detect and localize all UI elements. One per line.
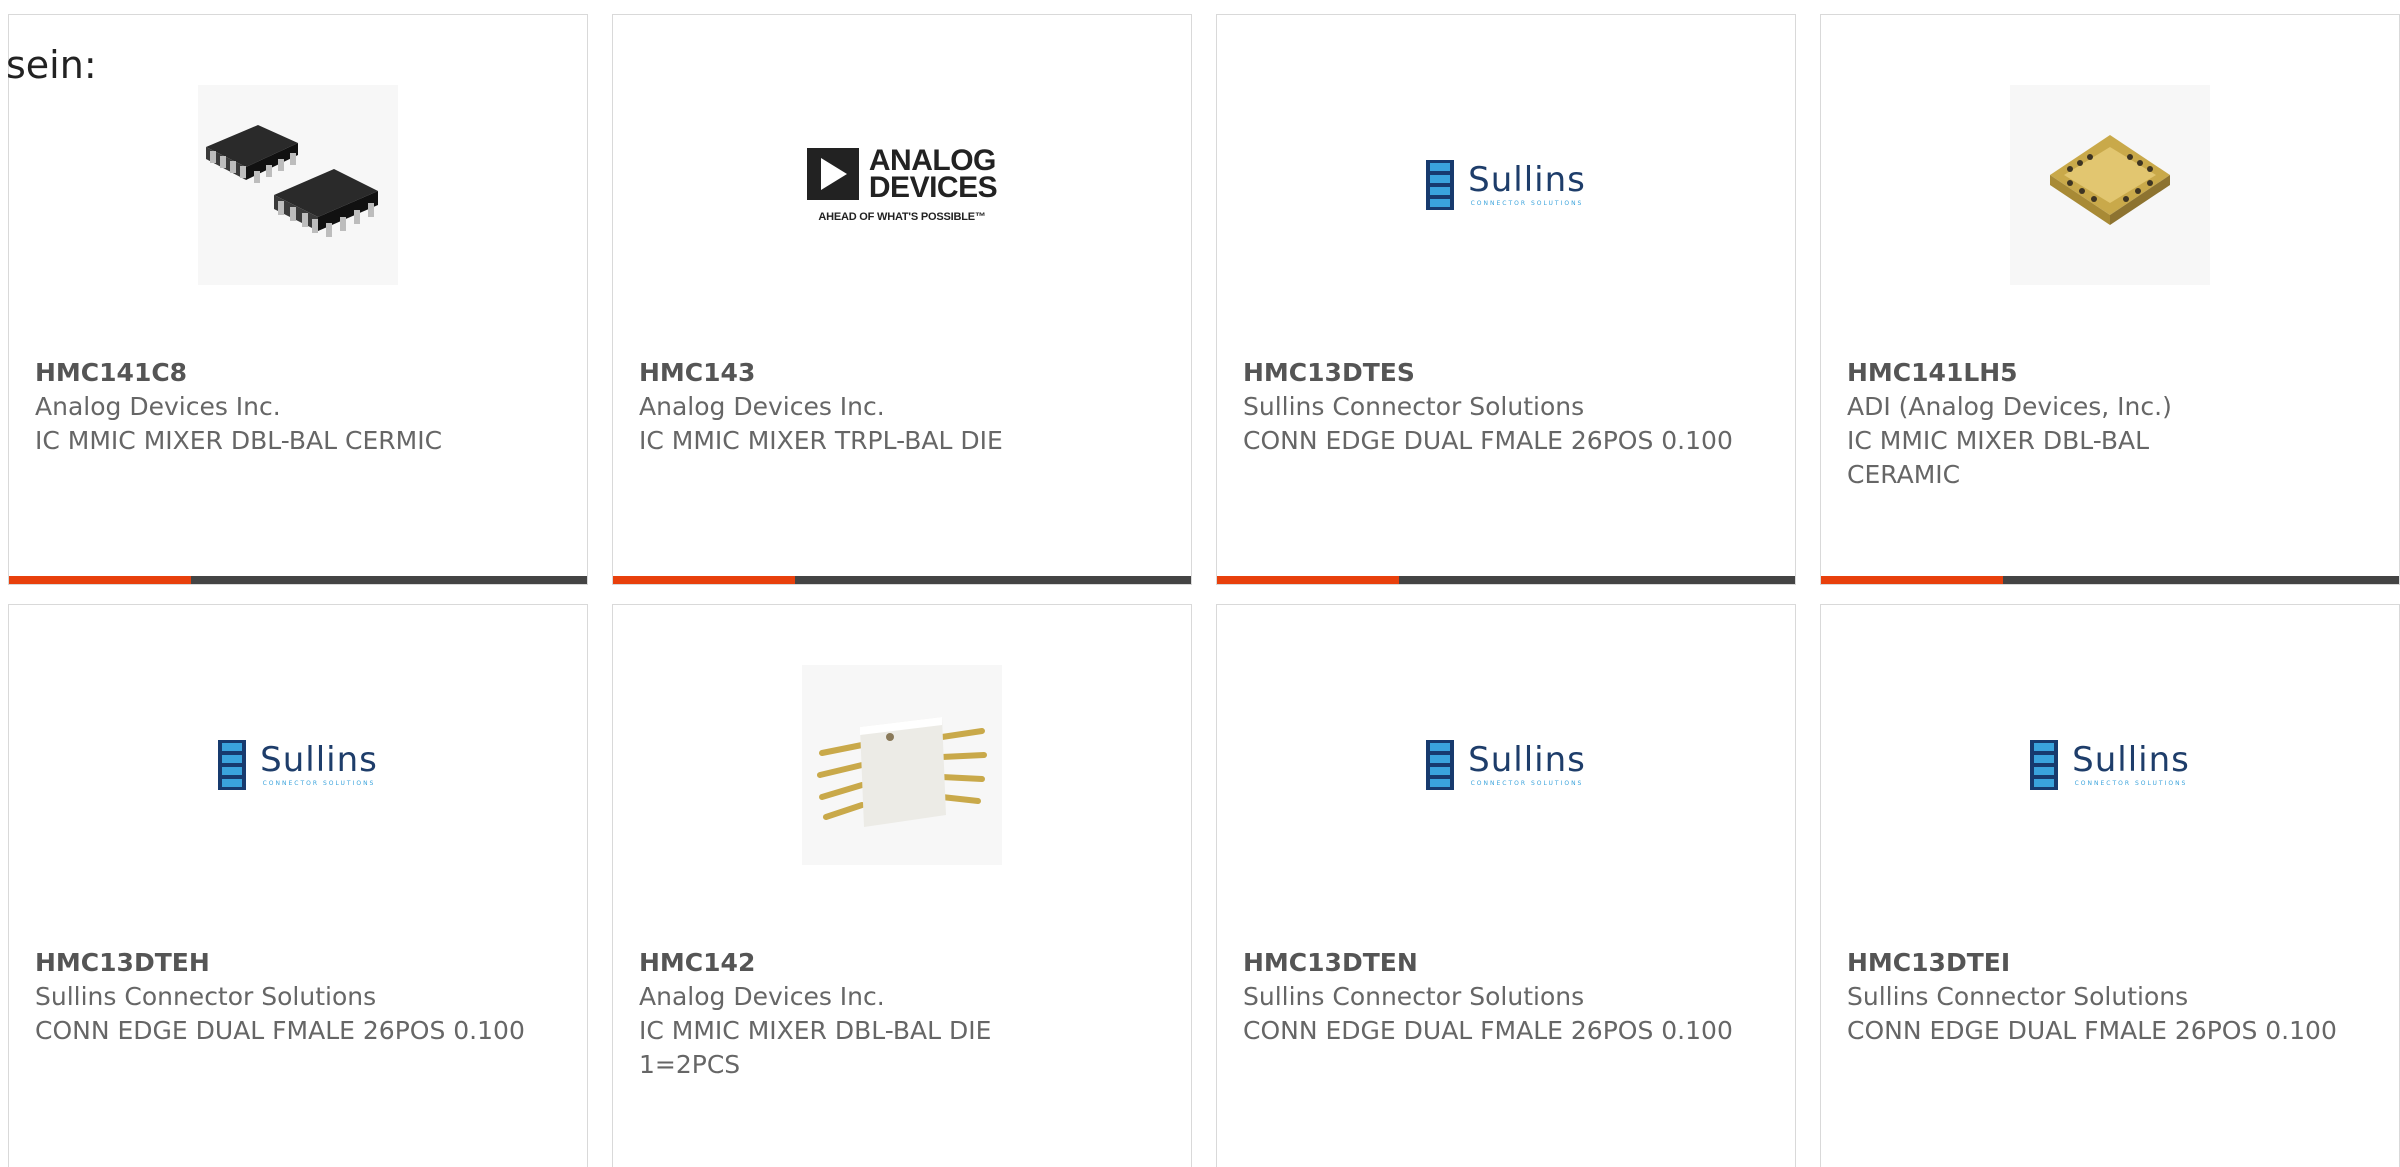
manufacturer-name: Analog Devices Inc. <box>35 392 281 421</box>
product-image[interactable]: Sullins CONNECTOR SOLUTIONS <box>1217 665 1795 865</box>
product-text: HMC141LH5 ADI (Analog Devices, Inc.) IC … <box>1847 356 2379 492</box>
product-text: HMC141C8 Analog Devices Inc. IC MMIC MIX… <box>35 356 567 458</box>
sullins-logo-icon: Sullins CONNECTOR SOLUTIONS <box>1426 160 1586 210</box>
sullins-logo-icon: Sullins CONNECTOR SOLUTIONS <box>1426 740 1586 790</box>
product-description: IC MMIC MIXER DBL-BAL DIE 1=2PCS <box>639 1016 992 1079</box>
sullins-mark-icon <box>2030 740 2059 790</box>
product-card[interactable]: HMC141C8 Analog Devices Inc. IC MMIC MIX… <box>8 14 588 585</box>
product-description: CONN EDGE DUAL FMALE 26POS 0.100 <box>1243 1016 1733 1045</box>
product-text: HMC13DTES Sullins Connector Solutions CO… <box>1243 356 1775 458</box>
card-accent-bar <box>1217 576 1795 584</box>
sullins-logo-icon: Sullins CONNECTOR SOLUTIONS <box>218 740 378 790</box>
product-text: HMC143 Analog Devices Inc. IC MMIC MIXER… <box>639 356 1171 458</box>
product-description: IC MMIC MIXER DBL-BAL CERMIC <box>35 426 443 455</box>
sullins-mark-icon <box>1426 740 1455 790</box>
product-text: HMC142 Analog Devices Inc. IC MMIC MIXER… <box>639 946 1171 1082</box>
product-card[interactable]: Sullins CONNECTOR SOLUTIONS HMC13DTES Su… <box>1216 14 1796 585</box>
part-number-link[interactable]: HMC13DTEH <box>35 946 567 980</box>
sullins-mark-icon <box>1426 160 1455 210</box>
product-image[interactable]: ANALOG DEVICES AHEAD OF WHAT'S POSSIBLE™ <box>613 85 1191 285</box>
part-number-link[interactable]: HMC13DTES <box>1243 356 1775 390</box>
product-image[interactable] <box>1821 85 2399 285</box>
manufacturer-name: Analog Devices Inc. <box>639 982 885 1011</box>
soic-chip-photo-icon <box>198 85 398 285</box>
product-description: IC MMIC MIXER TRPL-BAL DIE <box>639 426 1003 455</box>
card-accent-bar <box>1821 576 2399 584</box>
manufacturer-name: Sullins Connector Solutions <box>1243 392 1585 421</box>
product-image[interactable] <box>9 85 587 285</box>
product-card[interactable]: HMC142 Analog Devices Inc. IC MMIC MIXER… <box>612 604 1192 1167</box>
adi-logo-tagline: AHEAD OF WHAT'S POSSIBLE™ <box>818 211 986 223</box>
part-number-link[interactable]: HMC142 <box>639 946 1171 980</box>
adi-logo-word-1: ANALOG <box>868 144 997 177</box>
sullins-logo-word: Sullins <box>2072 740 2190 780</box>
card-accent-segment <box>613 576 795 584</box>
manufacturer-name: Sullins Connector Solutions <box>1847 982 2189 1011</box>
sullins-logo-tagline: CONNECTOR SOLUTIONS <box>2074 780 2188 787</box>
card-accent-bar <box>9 576 587 584</box>
card-accent-bar <box>613 576 1191 584</box>
manufacturer-name: ADI (Analog Devices, Inc.) <box>1847 392 2172 421</box>
sullins-mark-icon <box>218 740 247 790</box>
sullins-logo-tagline: CONNECTOR SOLUTIONS <box>262 780 376 787</box>
product-description: IC MMIC MIXER DBL-BAL CERAMIC <box>1847 426 2150 489</box>
product-text: HMC13DTEN Sullins Connector Solutions CO… <box>1243 946 1775 1048</box>
sullins-logo-icon: Sullins CONNECTOR SOLUTIONS <box>2030 740 2190 790</box>
part-number-link[interactable]: HMC141LH5 <box>1847 356 2379 390</box>
product-text: HMC13DTEI Sullins Connector Solutions CO… <box>1847 946 2379 1048</box>
part-number-link[interactable]: HMC143 <box>639 356 1171 390</box>
ceramic-package-photo-icon <box>2010 85 2210 285</box>
sullins-logo-word: Sullins <box>260 740 378 780</box>
product-card[interactable]: ANALOG DEVICES AHEAD OF WHAT'S POSSIBLE™… <box>612 14 1192 585</box>
part-number-link[interactable]: HMC13DTEN <box>1243 946 1775 980</box>
product-description: CONN EDGE DUAL FMALE 26POS 0.100 <box>35 1016 525 1045</box>
sullins-logo-word: Sullins <box>1468 160 1586 200</box>
adi-triangle-icon <box>806 148 859 200</box>
product-image[interactable]: Sullins CONNECTOR SOLUTIONS <box>1217 85 1795 285</box>
adi-logo-word-2: DEVICES <box>868 171 998 204</box>
product-image[interactable] <box>613 665 1191 865</box>
sullins-logo-word: Sullins <box>1468 740 1586 780</box>
sullins-logo-tagline: CONNECTOR SOLUTIONS <box>1470 200 1584 207</box>
card-accent-segment <box>1217 576 1399 584</box>
intro-text: sein: <box>6 43 97 87</box>
white-package-photo-icon <box>802 665 1002 865</box>
manufacturer-name: Analog Devices Inc. <box>639 392 885 421</box>
part-number-link[interactable]: HMC13DTEI <box>1847 946 2379 980</box>
sullins-logo-tagline: CONNECTOR SOLUTIONS <box>1470 780 1584 787</box>
card-accent-segment <box>1821 576 2003 584</box>
product-image[interactable]: Sullins CONNECTOR SOLUTIONS <box>1821 665 2399 865</box>
product-image[interactable]: Sullins CONNECTOR SOLUTIONS <box>9 665 587 865</box>
product-description: CONN EDGE DUAL FMALE 26POS 0.100 <box>1243 426 1733 455</box>
product-grid-page: sein: HMC141C8 Analog Devices Inc. IC MM… <box>0 0 2400 1167</box>
product-card[interactable]: Sullins CONNECTOR SOLUTIONS HMC13DTEN Su… <box>1216 604 1796 1167</box>
manufacturer-name: Sullins Connector Solutions <box>35 982 377 1011</box>
manufacturer-name: Sullins Connector Solutions <box>1243 982 1585 1011</box>
part-number-link[interactable]: HMC141C8 <box>35 356 567 390</box>
product-card[interactable]: Sullins CONNECTOR SOLUTIONS HMC13DTEI Su… <box>1820 604 2400 1167</box>
product-description: CONN EDGE DUAL FMALE 26POS 0.100 <box>1847 1016 2337 1045</box>
product-card[interactable]: HMC141LH5 ADI (Analog Devices, Inc.) IC … <box>1820 14 2400 585</box>
product-card[interactable]: Sullins CONNECTOR SOLUTIONS HMC13DTEH Su… <box>8 604 588 1167</box>
product-text: HMC13DTEH Sullins Connector Solutions CO… <box>35 946 567 1048</box>
card-accent-segment <box>9 576 191 584</box>
analog-devices-logo-icon: ANALOG DEVICES AHEAD OF WHAT'S POSSIBLE™ <box>806 144 998 223</box>
